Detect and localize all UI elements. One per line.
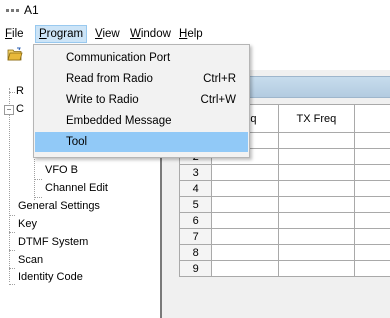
table-cell[interactable] (353, 260, 390, 277)
row-number[interactable]: 5 (178, 196, 213, 213)
tree-item-partial-r[interactable]: R (16, 85, 24, 97)
table-cell[interactable] (353, 244, 390, 261)
table-cell[interactable] (353, 164, 390, 181)
table-cell[interactable] (211, 196, 280, 213)
tree-item-key[interactable]: Key (18, 218, 37, 230)
tree-expander[interactable]: − (4, 105, 14, 115)
menu-item-label: Embedded Message (66, 115, 172, 127)
table-cell[interactable] (353, 148, 390, 165)
row-number[interactable]: 7 (178, 228, 213, 245)
table-cell[interactable] (278, 244, 355, 261)
table-cell[interactable] (278, 180, 355, 197)
table-cell[interactable] (278, 148, 355, 165)
table-cell[interactable] (278, 260, 355, 277)
table-row: 5 (178, 196, 390, 213)
table-row: 3 (178, 164, 390, 181)
table-cell[interactable] (211, 164, 280, 181)
table-row: 4 (178, 180, 390, 197)
tree-item-vfo-b[interactable]: VFO B (45, 164, 78, 176)
menu-item-read-from-radio[interactable]: Read from Radio Ctrl+R (35, 69, 248, 89)
tree-item-identity-code[interactable]: Identity Code (18, 271, 83, 283)
program-menu-dropdown: Communication Port Read from Radio Ctrl+… (33, 44, 250, 158)
row-number[interactable]: 6 (178, 212, 213, 229)
row-number[interactable]: 3 (178, 164, 213, 181)
menu-item-tool[interactable]: Tool (35, 132, 248, 152)
table-cell[interactable] (211, 228, 280, 245)
table-cell[interactable] (353, 212, 390, 229)
title-bar: A1 (0, 0, 390, 22)
table-cell[interactable] (211, 212, 280, 229)
row-number[interactable]: 8 (178, 244, 213, 261)
table-cell[interactable] (278, 212, 355, 229)
table-cell[interactable] (211, 260, 280, 277)
app-icon (6, 9, 20, 13)
table-cell[interactable] (353, 196, 390, 213)
menu-item-embedded-message[interactable]: Embedded Message (35, 111, 248, 131)
column-header-tx-freq[interactable]: TX Freq (278, 104, 355, 133)
menu-program[interactable]: Program (35, 25, 88, 43)
menu-window[interactable]: Window (127, 26, 174, 42)
menu-item-label: Write to Radio (66, 94, 139, 106)
window-title: A1 (24, 3, 39, 17)
menu-item-communication-port[interactable]: Communication Port (35, 48, 248, 68)
tree-item-scan[interactable]: Scan (18, 254, 43, 266)
table-cell[interactable] (353, 180, 390, 197)
table-row: 8 (178, 244, 390, 261)
row-number[interactable]: 4 (178, 180, 213, 197)
menu-item-label: Communication Port (66, 52, 171, 64)
table-cell[interactable] (278, 196, 355, 213)
table-cell[interactable] (211, 244, 280, 261)
tree-item-dtmf-system[interactable]: DTMF System (18, 236, 88, 248)
menu-bar: File Program View Window Help (0, 24, 390, 44)
menu-help[interactable]: Help (176, 26, 206, 42)
table-cell[interactable] (353, 228, 390, 245)
menu-item-label: Tool (66, 136, 88, 148)
table-row: 6 (178, 212, 390, 229)
tree-item-general-settings[interactable]: General Settings (18, 200, 100, 212)
tree-item-partial-c[interactable]: C (16, 103, 24, 115)
table-cell[interactable] (278, 164, 355, 181)
table-row: 9 (178, 260, 390, 277)
menu-item-label: Read from Radio (66, 73, 153, 85)
tree-item-channel-edit[interactable]: Channel Edit (45, 182, 108, 194)
menu-item-write-to-radio[interactable]: Write to Radio Ctrl+W (35, 90, 248, 110)
table-cell[interactable] (211, 180, 280, 197)
table-row: 7 (178, 228, 390, 245)
table-cell[interactable] (278, 132, 355, 149)
column-header-next[interactable] (353, 104, 390, 133)
row-number[interactable]: 9 (178, 260, 213, 277)
menu-view[interactable]: View (92, 26, 123, 42)
table-cell[interactable] (353, 132, 390, 149)
menu-file[interactable]: File (2, 26, 27, 42)
menu-item-shortcut: Ctrl+W (200, 94, 236, 106)
menu-item-shortcut: Ctrl+R (203, 73, 236, 85)
table-cell[interactable] (278, 228, 355, 245)
